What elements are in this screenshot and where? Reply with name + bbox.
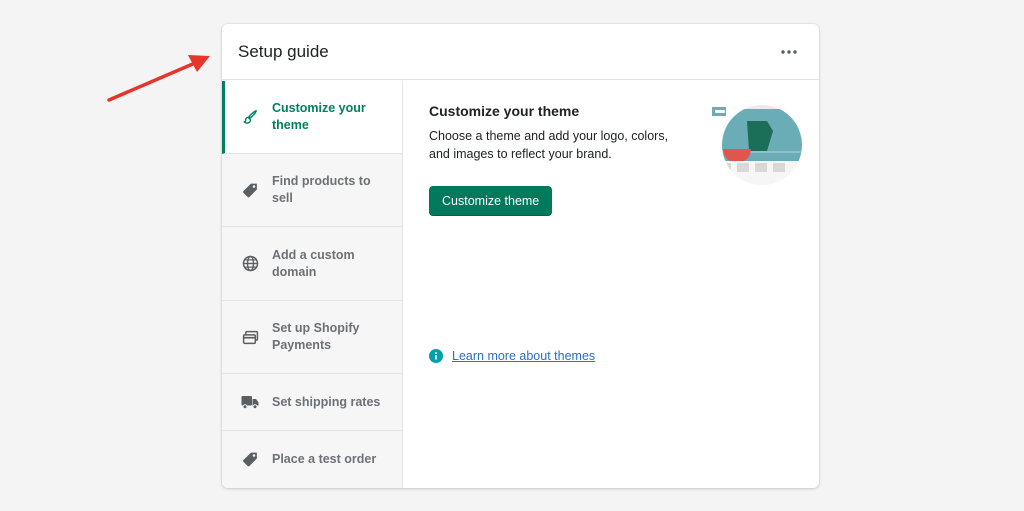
customize-theme-button[interactable]: Customize theme xyxy=(429,186,553,216)
step-label: Add a custom domain xyxy=(272,247,355,279)
step-label: Place a test order xyxy=(272,452,377,466)
annotation-arrow-icon xyxy=(107,55,210,102)
theme-illustration-icon xyxy=(712,105,802,185)
card-header: Setup guide xyxy=(222,24,819,80)
globe-icon xyxy=(240,254,260,274)
tag-icon xyxy=(240,450,260,470)
more-actions-button[interactable] xyxy=(775,38,803,66)
horizontal-dots-icon xyxy=(781,49,797,54)
step-label: Find products to sell xyxy=(272,174,371,205)
tag-icon xyxy=(240,180,260,200)
content-title: Customize your theme xyxy=(429,103,580,119)
content-description: Choose a theme and add your logo, colors… xyxy=(429,129,669,161)
step-label: Customize your theme xyxy=(272,101,366,132)
setup-steps-list: Customize your theme Find products to se… xyxy=(222,81,403,488)
step-test-order[interactable]: Place a test order xyxy=(222,431,402,488)
setup-guide-card: Setup guide Customize your theme Find pr… xyxy=(222,24,819,488)
step-label: Set up Shopify Payments xyxy=(272,321,360,352)
step-find-products[interactable]: Find products to sell xyxy=(222,154,402,227)
card-title: Setup guide xyxy=(238,41,329,61)
learn-more-row: Learn more about themes xyxy=(429,349,595,363)
step-shopify-payments[interactable]: Set up Shopify Payments xyxy=(222,301,402,374)
info-icon xyxy=(429,349,443,363)
step-content-panel: Customize your theme Choose a theme and … xyxy=(429,81,819,488)
step-label: Set shipping rates xyxy=(272,394,381,409)
learn-more-link[interactable]: Learn more about themes xyxy=(452,349,595,363)
step-customize-theme[interactable]: Customize your theme xyxy=(222,81,402,154)
page: Setup guide Customize your theme Find pr… xyxy=(0,0,1024,511)
paintbrush-icon xyxy=(240,107,260,127)
payment-card-icon xyxy=(240,327,260,347)
truck-icon xyxy=(240,392,260,412)
step-custom-domain[interactable]: Add a custom domain xyxy=(222,227,402,301)
step-shipping-rates[interactable]: Set shipping rates xyxy=(222,374,402,431)
